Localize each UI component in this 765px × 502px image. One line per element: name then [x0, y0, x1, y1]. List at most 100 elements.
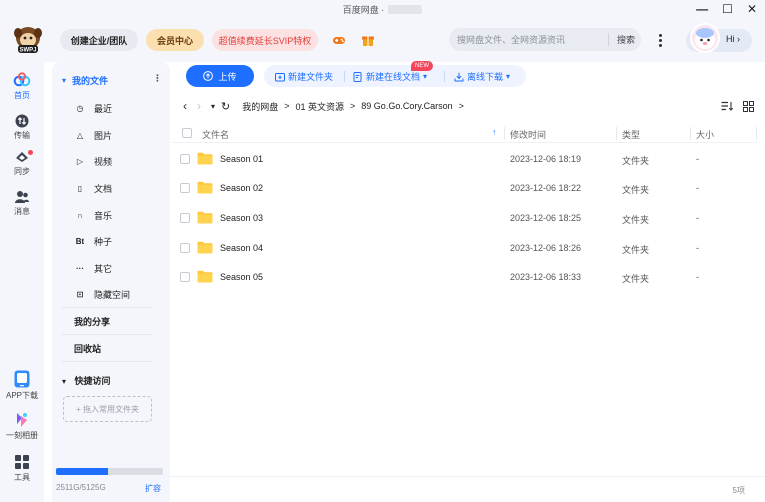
sidebar-item-recent[interactable]: ◷ 最近 [74, 100, 113, 116]
my-files-header[interactable]: ▾ 我的文件 ⋮ [62, 73, 162, 87]
row-type: 文件夹 [622, 185, 650, 195]
new-badge: NEW [411, 61, 433, 71]
sidebar-item-documents[interactable]: ▯ 文档 [74, 180, 112, 196]
nav-sync-label: 同步 [14, 167, 30, 176]
online-doc-icon [353, 71, 362, 82]
upload-button[interactable]: 上传 [186, 65, 254, 87]
sort-icon[interactable] [721, 101, 733, 111]
search-input[interactable]: 搜网盘文件、全网资源资讯 [457, 33, 607, 46]
table-row[interactable]: Season 05 2023-12-06 18:33 文件夹 - [172, 263, 757, 292]
search-box[interactable]: 搜网盘文件、全网资源资讯 搜索 [449, 28, 641, 51]
minimize-button[interactable]: — [696, 0, 708, 18]
sidebar-item-label: 视频 [94, 156, 113, 167]
history-dropdown-icon[interactable]: ▾ [211, 102, 215, 111]
forward-button[interactable]: › [197, 99, 201, 113]
sidebar-item-label: 音乐 [94, 210, 113, 221]
breadcrumb-item-current[interactable]: 89 Go.Go.Cory.Carson [361, 101, 452, 111]
sort-asc-icon[interactable]: ↑ [492, 127, 497, 137]
clock-icon: ◷ [76, 103, 84, 113]
table-row[interactable]: Season 04 2023-12-06 18:26 文件夹 - [172, 234, 757, 263]
avatar[interactable] [690, 23, 720, 53]
quick-access-label: 快捷访问 [74, 376, 111, 386]
maximize-button[interactable]: ☐ [722, 0, 733, 18]
gamepad-icon[interactable] [332, 33, 346, 47]
sidebar-item-hidden-space[interactable]: ⊡ 隐藏空间 [74, 286, 130, 302]
row-checkbox[interactable] [180, 272, 190, 282]
row-size: - [696, 272, 699, 282]
back-button[interactable]: ‹ [183, 99, 187, 113]
breadcrumb-item-english[interactable]: 01 英文资源 [296, 100, 345, 113]
add-quick-access-folder[interactable]: + 拖入常用文件夹 [63, 396, 152, 422]
row-name[interactable]: Season 01 [220, 154, 263, 164]
sidebar-item-torrents[interactable]: Bt 种子 [74, 233, 112, 249]
more-menu-icon[interactable] [652, 30, 668, 50]
nav-home[interactable]: 首页 [0, 72, 44, 101]
row-type: 文件夹 [622, 156, 650, 166]
sidebar-divider [62, 307, 152, 308]
table-row[interactable]: Season 01 2023-12-06 18:19 文件夹 - [172, 145, 757, 174]
column-type[interactable]: 类型 [622, 128, 640, 141]
grid-view-icon[interactable] [743, 101, 754, 112]
lock-icon: ⊡ [76, 289, 84, 299]
quick-access-header[interactable]: ▾ 快捷访问 [62, 374, 111, 387]
expand-storage-link[interactable]: 扩容 [145, 483, 161, 494]
music-icon: ∩ [77, 210, 83, 220]
breadcrumb: ‹ › ▾ ↻ 我的网盘 > 01 英文资源 > 89 Go.Go.Cory.C… [183, 99, 470, 113]
nav-sync[interactable]: 同步 [0, 150, 44, 177]
sidebar-item-other[interactable]: ··· 其它 [74, 260, 112, 276]
row-checkbox[interactable] [180, 183, 190, 193]
refresh-icon[interactable]: ↻ [221, 100, 230, 113]
sidebar-item-label: 种子 [94, 236, 113, 247]
nav-tools[interactable]: 工具 [0, 454, 44, 483]
sidebar-item-videos[interactable]: ▷ 视频 [74, 153, 112, 169]
upload-label: 上传 [218, 71, 237, 82]
nav-app-download[interactable]: APP下载 [0, 370, 44, 401]
nav-messages[interactable]: 消息 [0, 190, 44, 217]
app-header: SWPJ 创建企业/团队 会员中心 超值续费延长SVIP特权 搜网盘文件、全网资… [0, 18, 765, 62]
nav-transfer[interactable]: 传输 [0, 114, 44, 141]
vip-center-button[interactable]: 会员中心 [146, 29, 204, 51]
file-list-scrollbar[interactable] [757, 124, 765, 476]
row-name[interactable]: Season 03 [220, 213, 263, 223]
breadcrumb-item-root[interactable]: 我的网盘 [242, 100, 278, 113]
row-modified: 2023-12-06 18:22 [510, 183, 582, 193]
column-modified[interactable]: 修改时间 [510, 128, 546, 141]
photo-album-icon [17, 413, 27, 427]
row-name[interactable]: Season 05 [220, 272, 263, 282]
nav-messages-label: 消息 [14, 207, 30, 216]
row-name[interactable]: Season 02 [220, 183, 263, 193]
sidebar-item-label: 图片 [94, 130, 113, 141]
transfer-icon [15, 114, 29, 128]
create-team-button[interactable]: 创建企业/团队 [60, 29, 138, 51]
my-files-menu-icon[interactable]: ⋮ [153, 73, 162, 84]
row-checkbox[interactable] [180, 213, 190, 223]
greeting[interactable]: Hi › [726, 34, 740, 44]
svip-renew-button[interactable]: 超值续费延长SVIP特权 [212, 29, 318, 51]
column-size[interactable]: 大小 [696, 128, 714, 141]
search-button[interactable]: 搜索 [617, 33, 635, 46]
sidebar-item-images[interactable]: △ 图片 [74, 127, 112, 143]
row-name[interactable]: Season 04 [220, 243, 263, 253]
table-row[interactable]: Season 02 2023-12-06 18:22 文件夹 - [172, 174, 757, 203]
offline-download-button[interactable]: 离线下载 ▾ [454, 70, 510, 83]
select-all-checkbox[interactable] [182, 128, 192, 138]
row-checkbox[interactable] [180, 243, 190, 253]
sidebar-recycle-bin[interactable]: 回收站 [74, 342, 101, 355]
item-count: 5项 [732, 486, 745, 495]
new-folder-button[interactable]: 新建文件夹 [275, 70, 333, 83]
table-row[interactable]: Season 03 2023-12-06 18:25 文件夹 - [172, 204, 757, 233]
nav-photo-album-label: 一刻相册 [6, 431, 38, 440]
toolbar-divider [344, 71, 345, 82]
row-checkbox[interactable] [180, 154, 190, 164]
sidebar-my-share[interactable]: 我的分享 [74, 315, 110, 328]
offline-download-label: 离线下载 [467, 72, 504, 82]
message-icon [15, 191, 29, 203]
row-modified: 2023-12-06 18:33 [510, 272, 582, 282]
new-online-doc-button[interactable]: 新建在线文档 ▾ [353, 70, 427, 83]
sidebar-item-music[interactable]: ∩ 音乐 [74, 207, 112, 223]
nav-photo-album[interactable]: 一刻相册 [0, 412, 44, 441]
gift-icon[interactable] [361, 33, 375, 47]
close-button[interactable]: ✕ [747, 0, 757, 18]
column-name[interactable]: 文件名 [202, 128, 229, 141]
other-icon: ··· [76, 263, 84, 273]
